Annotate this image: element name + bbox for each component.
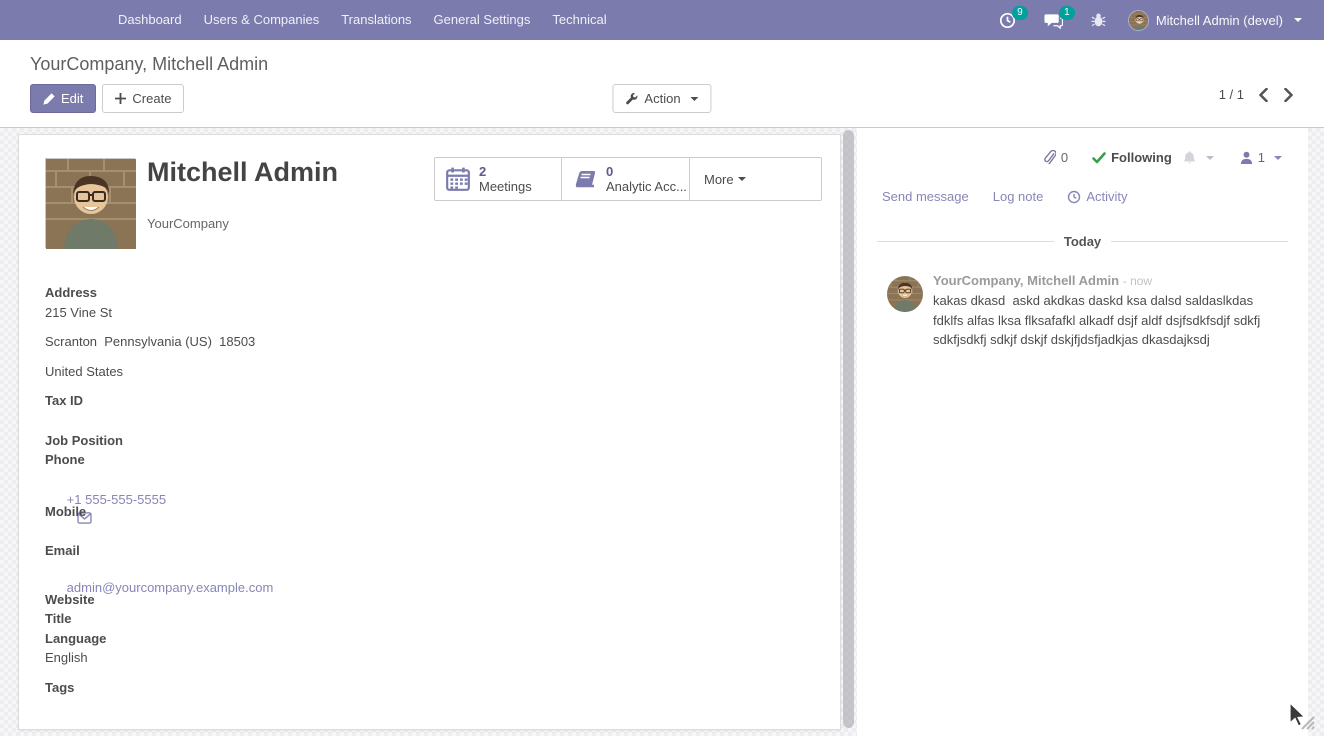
nav-item-translations[interactable]: Translations [330, 0, 422, 40]
scrollbar-thumb[interactable] [843, 130, 854, 728]
contact-photo[interactable] [45, 158, 135, 248]
bug-icon [1091, 12, 1106, 28]
address-country: United States [45, 363, 123, 381]
messages-button[interactable]: 1 [1034, 0, 1073, 40]
title-label: Title [45, 610, 72, 628]
address-city-line: Scranton Pennsylvania (US) 18503 [45, 333, 255, 351]
action-button-label: Action [644, 91, 680, 106]
nav-item-users-companies[interactable]: Users & Companies [193, 0, 331, 40]
pager-value: 1 / 1 [1219, 87, 1244, 102]
pager-next-button[interactable] [1283, 88, 1294, 102]
meetings-stat-button[interactable]: 2 Meetings [435, 158, 562, 200]
apps-menu-button[interactable] [0, 0, 46, 40]
breadcrumb: YourCompany, Mitchell Admin [30, 54, 1294, 75]
plus-icon [115, 93, 126, 104]
create-button-label: Create [132, 91, 171, 106]
analytic-accounts-label: Analytic Acc... [606, 179, 687, 194]
date-divider-label: Today [1064, 234, 1101, 249]
nav-item-dashboard[interactable]: Dashboard [107, 0, 193, 40]
user-avatar [1128, 10, 1149, 31]
address-label: Address [45, 284, 97, 302]
activities-button[interactable]: 9 [989, 0, 1026, 40]
pager-previous-button[interactable] [1258, 88, 1269, 102]
messages-count-badge: 1 [1059, 6, 1075, 20]
wrench-icon [625, 92, 638, 105]
nav-menu-bar: Dashboard Users & Companies Translations… [107, 0, 618, 40]
control-panel: YourCompany, Mitchell Admin Edit Create [0, 40, 1324, 127]
email-link[interactable]: admin@yourcompany.example.com [67, 580, 274, 595]
book-icon [572, 167, 598, 191]
email-label: Email [45, 542, 80, 560]
chatter-actions: Send message Log note Activity [857, 165, 1308, 204]
edit-button[interactable]: Edit [30, 84, 96, 113]
vertical-scrollbar[interactable] [841, 128, 857, 736]
chevron-down-icon [738, 177, 746, 181]
message-body: kakas dkasd askd akdkas daskd ksa dalsd … [933, 291, 1285, 350]
pager: 1 / 1 [1219, 87, 1294, 102]
tax-id-label: Tax ID [45, 392, 83, 410]
attachments-count: 0 [1061, 150, 1068, 165]
phone-label: Phone [45, 451, 85, 469]
contact-name: Mitchell Admin [147, 157, 338, 188]
meetings-count: 2 [479, 164, 532, 179]
chevron-down-icon [1274, 156, 1282, 160]
language-value: English [45, 649, 88, 667]
user-menu[interactable]: Mitchell Admin (devel) [1124, 0, 1306, 40]
create-button[interactable]: Create [102, 84, 184, 113]
chatter-panel: 0 Following 1 [857, 128, 1308, 736]
edit-button-label: Edit [61, 91, 83, 106]
nav-item-general-settings[interactable]: General Settings [423, 0, 542, 40]
analytic-accounts-stat-button[interactable]: 0 Analytic Acc... [562, 158, 690, 200]
chatter-message: YourCompany, Mitchell Admin - now kakas … [887, 273, 1308, 350]
address-street: 215 Vine St [45, 304, 112, 322]
job-position-label: Job Position [45, 432, 123, 450]
date-divider: Today [877, 234, 1288, 249]
paperclip-icon [1043, 150, 1056, 165]
user-name: Mitchell Admin (devel) [1156, 13, 1283, 28]
form-sheet: Mitchell Admin YourCompany 2 Meetings 0 … [18, 134, 841, 730]
more-button-label: More [704, 172, 734, 187]
user-icon [1240, 151, 1253, 165]
website-label: Website [45, 591, 95, 609]
action-dropdown-button[interactable]: Action [612, 84, 711, 113]
following-button[interactable]: Following [1092, 150, 1172, 165]
chevron-down-icon [1294, 18, 1302, 22]
form-view-area: Mitchell Admin YourCompany 2 Meetings 0 … [0, 127, 1324, 736]
send-message-button[interactable]: Send message [882, 189, 969, 204]
check-icon [1092, 152, 1106, 164]
attachments-button[interactable]: 0 [1043, 150, 1068, 165]
message-author[interactable]: YourCompany, Mitchell Admin [933, 273, 1119, 288]
bell-icon [1182, 150, 1197, 165]
pencil-icon [43, 93, 55, 105]
debug-button[interactable] [1081, 0, 1116, 40]
more-dropdown-button[interactable]: More [690, 158, 822, 200]
nav-item-technical[interactable]: Technical [541, 0, 617, 40]
followers-count: 1 [1258, 150, 1265, 165]
mouse-cursor [1290, 703, 1305, 726]
top-navbar: Dashboard Users & Companies Translations… [0, 0, 1324, 40]
stat-button-group: 2 Meetings 0 Analytic Acc... More [434, 157, 822, 201]
log-note-button[interactable]: Log note [993, 189, 1044, 204]
message-timestamp: - now [1123, 274, 1152, 288]
subscription-dropdown[interactable] [1182, 150, 1214, 165]
calendar-icon [445, 166, 471, 192]
analytic-accounts-count: 0 [606, 164, 687, 179]
chevron-down-icon [691, 97, 699, 101]
activity-clock-icon [1067, 190, 1081, 204]
chevron-down-icon [1206, 156, 1214, 160]
meetings-label: Meetings [479, 179, 532, 194]
activities-count-badge: 9 [1012, 6, 1028, 20]
activity-label: Activity [1086, 189, 1127, 204]
tags-label: Tags [45, 679, 74, 697]
message-author-avatar [887, 276, 923, 312]
followers-dropdown[interactable]: 1 [1240, 150, 1282, 165]
language-label: Language [45, 630, 106, 648]
contact-company-link[interactable]: YourCompany [147, 216, 229, 231]
resize-grip[interactable] [1282, 701, 1316, 734]
following-label: Following [1111, 150, 1172, 165]
schedule-activity-button[interactable]: Activity [1067, 189, 1127, 204]
mobile-label: Mobile [45, 503, 86, 521]
systray: 9 1 Mitchell Admin (devel) [989, 0, 1324, 40]
